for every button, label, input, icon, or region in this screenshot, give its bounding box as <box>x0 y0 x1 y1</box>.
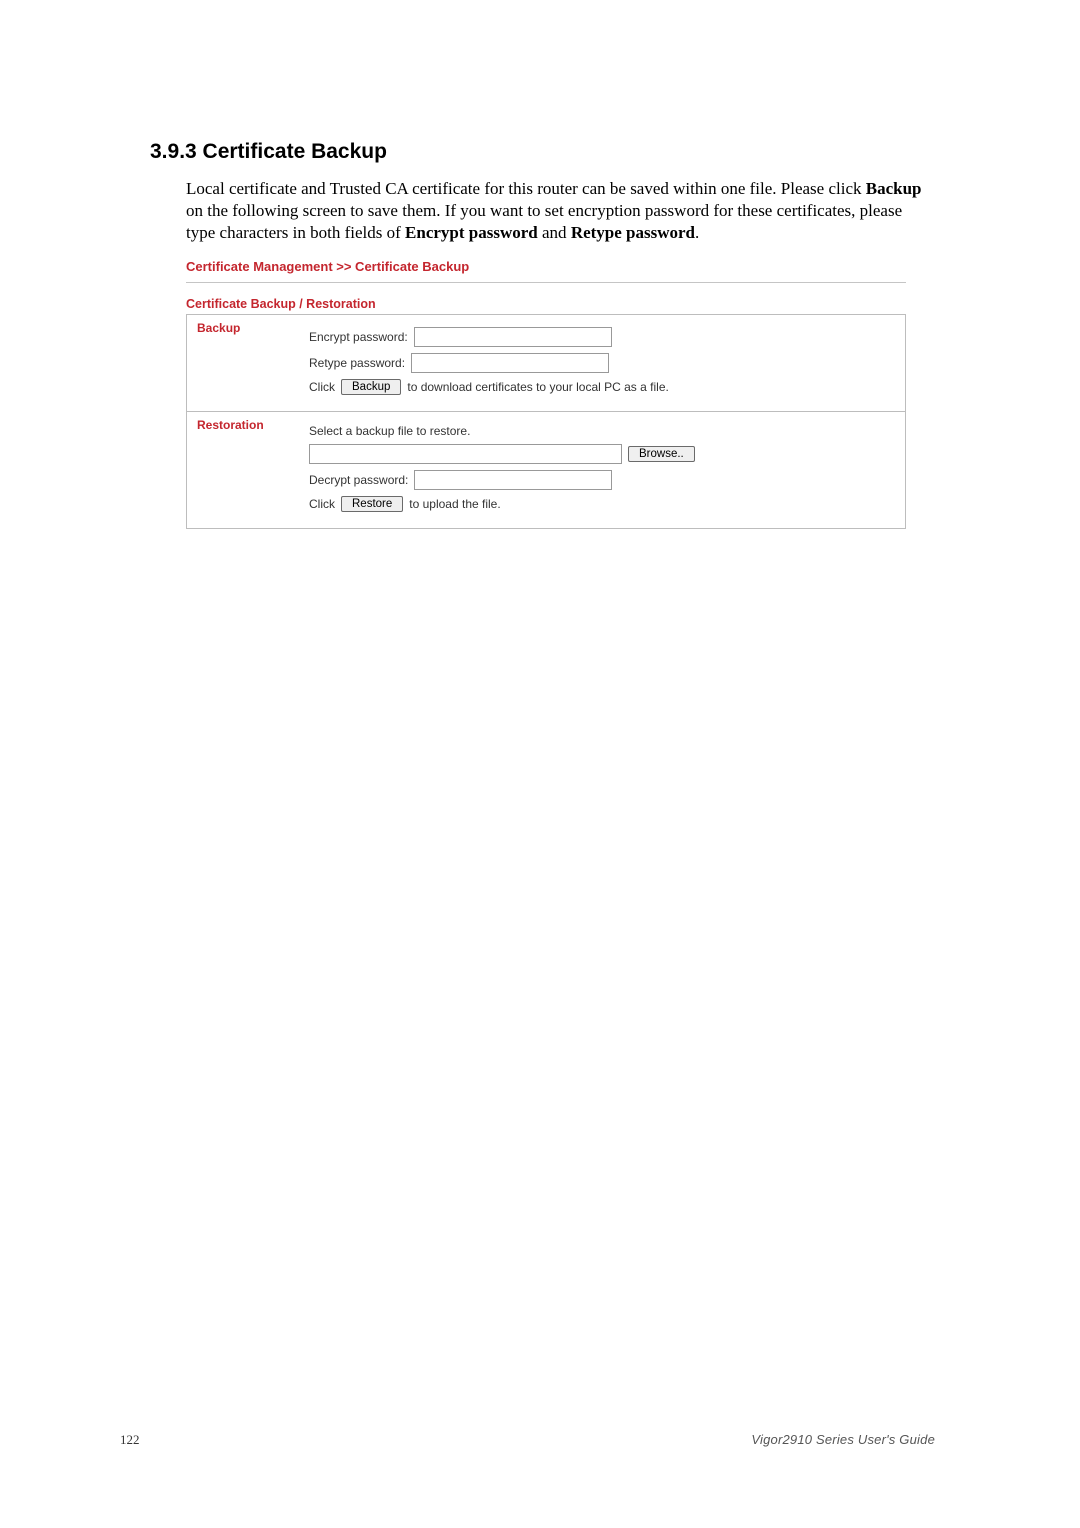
intro-paragraph: Local certificate and Trusted CA certifi… <box>186 178 935 243</box>
decrypt-password-label: Decrypt password: <box>309 473 408 487</box>
intro-bold-backup: Backup <box>866 179 922 198</box>
retype-password-input[interactable] <box>411 353 609 373</box>
breadcrumb: Certificate Management >> Certificate Ba… <box>186 257 906 282</box>
retype-password-label: Retype password: <box>309 356 405 370</box>
intro-text-1: Local certificate and Trusted CA certifi… <box>186 179 866 198</box>
backup-click-prefix: Click <box>309 380 335 394</box>
intro-bold-encrypt: Encrypt password <box>405 223 538 242</box>
backup-button[interactable]: Backup <box>341 379 401 395</box>
page-number: 122 <box>120 1432 140 1448</box>
encrypt-password-input[interactable] <box>414 327 612 347</box>
backup-restoration-table: Backup Encrypt password: Retype password… <box>186 314 906 529</box>
restore-select-text: Select a backup file to restore. <box>309 424 470 438</box>
restore-button[interactable]: Restore <box>341 496 403 512</box>
intro-text-4: . <box>695 223 699 242</box>
section-heading: 3.9.3 Certificate Backup <box>150 140 935 164</box>
panel-subheading: Certificate Backup / Restoration <box>186 297 906 311</box>
intro-text-3: and <box>538 223 571 242</box>
restoration-section-label: Restoration <box>187 412 300 529</box>
page-footer: 122 Vigor2910 Series User's Guide <box>0 1432 1080 1448</box>
backup-section-label: Backup <box>187 315 300 412</box>
restore-click-prefix: Click <box>309 497 335 511</box>
intro-bold-retype: Retype password <box>571 223 695 242</box>
restore-file-input[interactable] <box>309 444 622 464</box>
restore-click-suffix: to upload the file. <box>409 497 500 511</box>
browse-button[interactable]: Browse.. <box>628 446 695 462</box>
divider <box>186 282 906 283</box>
book-title: Vigor2910 Series User's Guide <box>751 1432 935 1448</box>
decrypt-password-input[interactable] <box>414 470 612 490</box>
encrypt-password-label: Encrypt password: <box>309 330 408 344</box>
backup-click-suffix: to download certificates to your local P… <box>407 380 668 394</box>
